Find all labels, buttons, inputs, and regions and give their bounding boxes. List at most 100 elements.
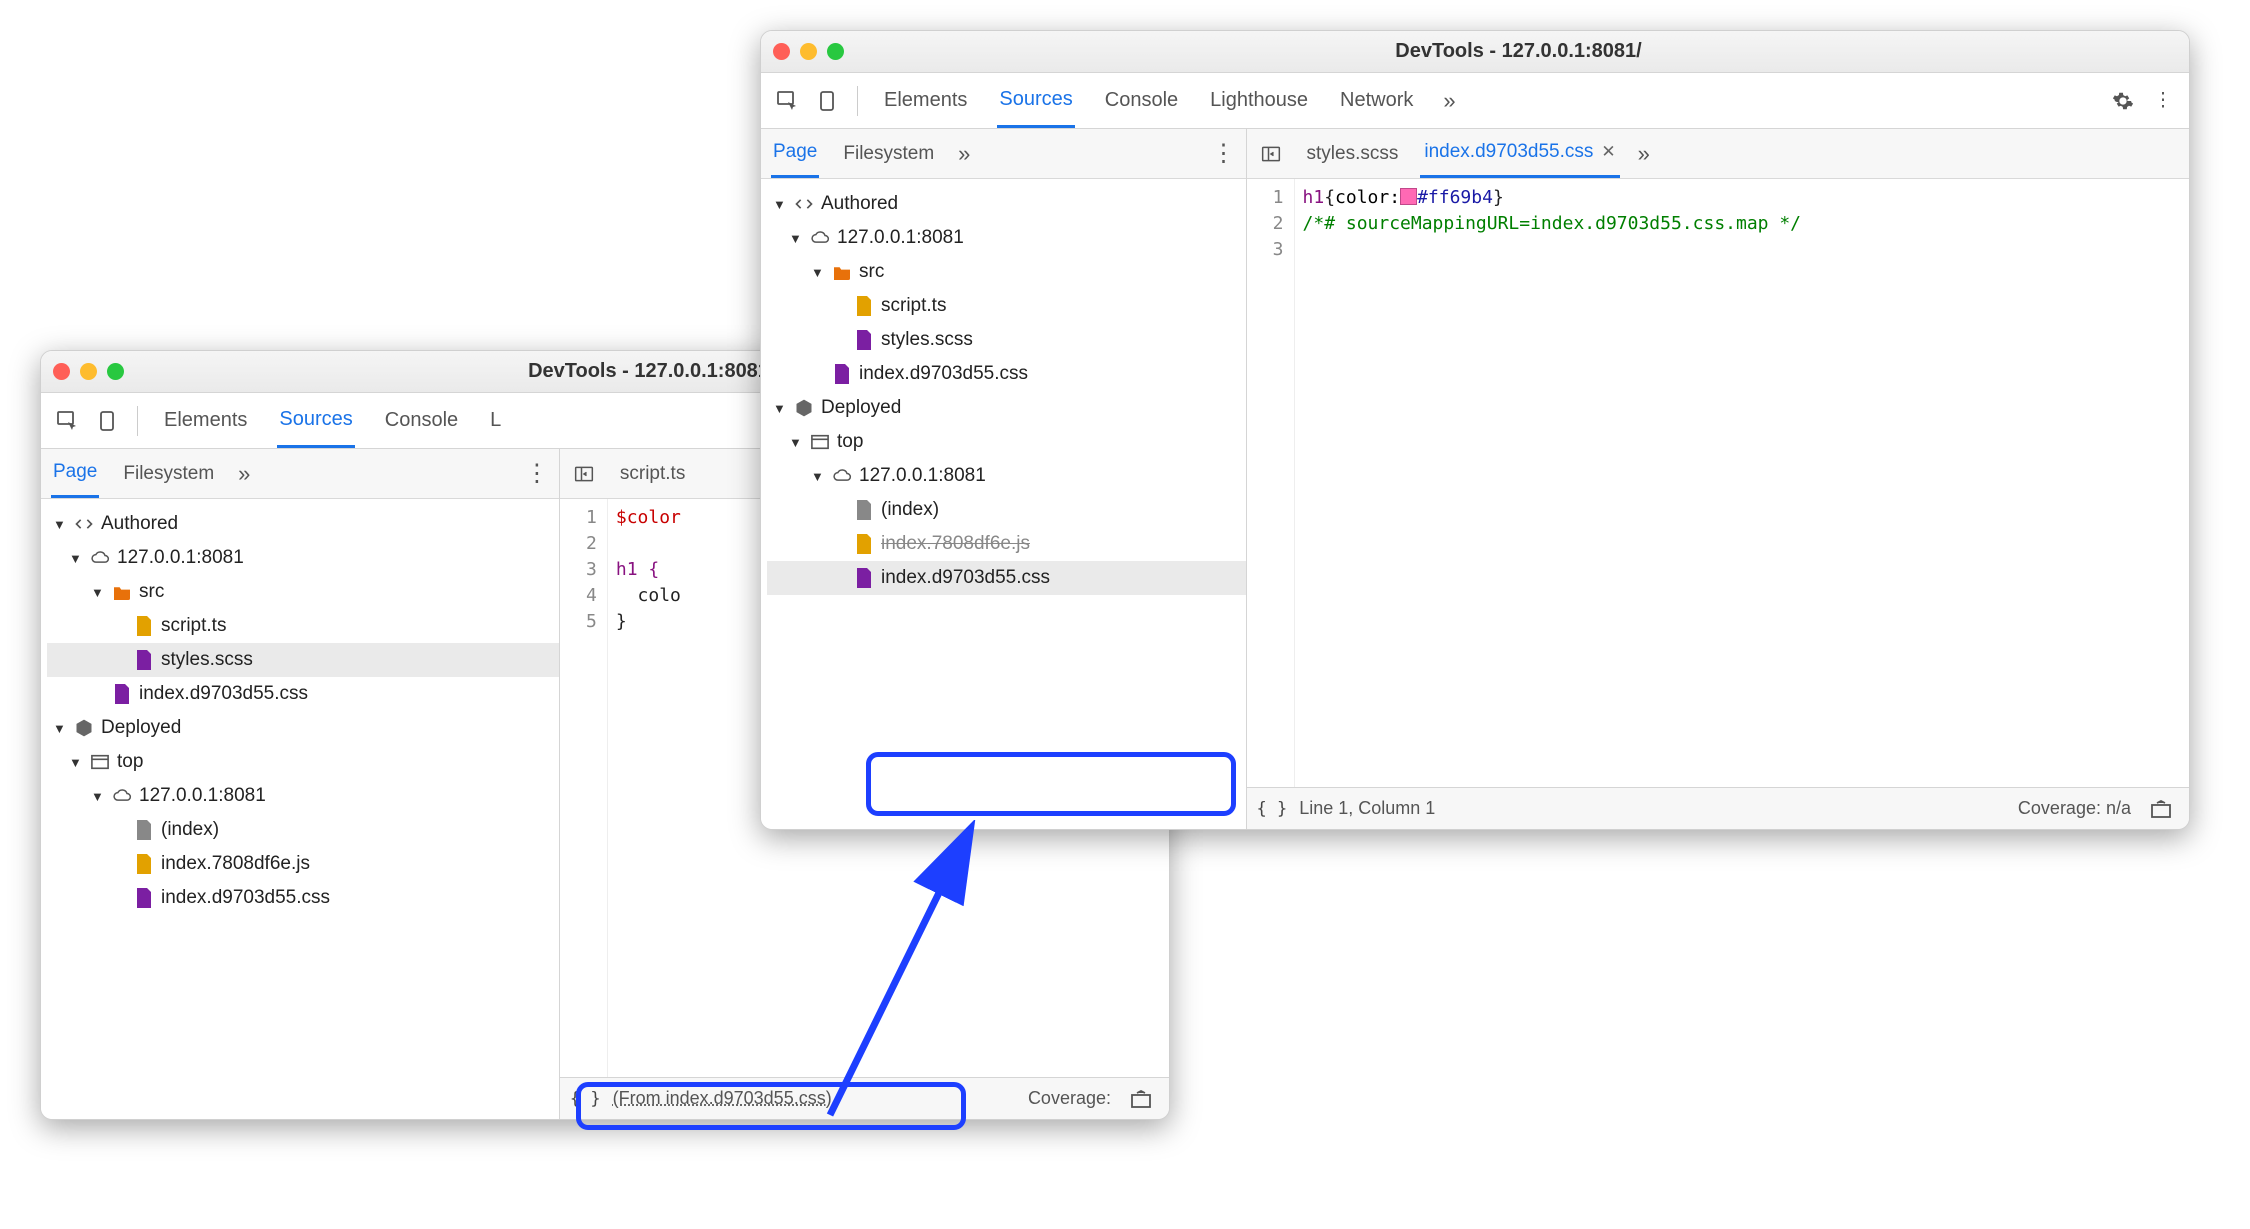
inspect-icon[interactable]	[769, 83, 805, 119]
box-icon	[793, 397, 815, 419]
code[interactable]: h1{color:#ff69b4} /*# sourceMappingURL=i…	[1295, 179, 2189, 787]
close-icon[interactable]: ✕	[1601, 142, 1615, 162]
navigator-tabs: Page Filesystem » ⋮	[761, 129, 1246, 179]
tab-lighthouse[interactable]: Lighthouse	[1208, 75, 1310, 126]
minimize-dot[interactable]	[80, 363, 97, 380]
file-js-icon	[133, 853, 155, 875]
statusbar: { } (From index.d9703d55.css) Coverage:	[560, 1077, 1169, 1119]
kebab-icon[interactable]: ⋮	[525, 459, 549, 488]
cloud-icon	[89, 547, 111, 569]
filetab-indexcss[interactable]: index.d9703d55.css✕	[1420, 129, 1619, 178]
tree-index[interactable]: (index)	[47, 813, 559, 847]
tree-scriptts[interactable]: script.ts	[47, 609, 559, 643]
code-area: 1 2 3 h1{color:#ff69b4} /*# sourceMappin…	[1247, 179, 2189, 787]
tree-indexjs[interactable]: index.7808df6e.js	[767, 527, 1246, 561]
tree-scriptts[interactable]: script.ts	[767, 289, 1246, 323]
subtab-filesystem[interactable]: Filesystem	[121, 451, 216, 497]
tab-sources[interactable]: Sources	[277, 394, 354, 448]
tab-sources[interactable]: Sources	[997, 74, 1074, 128]
status-from[interactable]: (From index.d9703d55.css)	[613, 1088, 832, 1109]
status-coverage: Coverage:	[1028, 1088, 1111, 1109]
file-ts-icon	[853, 295, 875, 317]
drawer-icon[interactable]	[2143, 791, 2179, 827]
devtools-window-b: DevTools - 127.0.0.1:8081/ Elements Sour…	[760, 30, 2190, 830]
braces-icon[interactable]: { }	[1257, 799, 1288, 819]
filetab-scriptts[interactable]: script.ts	[616, 451, 689, 497]
tree-src[interactable]: ▼src	[47, 575, 559, 609]
box-icon	[73, 717, 95, 739]
file-css-icon	[111, 683, 133, 705]
file-icon	[133, 819, 155, 841]
color-swatch[interactable]	[1400, 188, 1417, 205]
tree-stylesscss[interactable]: styles.scss	[767, 323, 1246, 357]
tab-console[interactable]: Console	[383, 395, 460, 446]
drawer-icon[interactable]	[1123, 1081, 1159, 1117]
file-icon	[853, 499, 875, 521]
status-coverage: Coverage: n/a	[2018, 798, 2131, 819]
folder-icon	[831, 261, 853, 283]
subtab-filesystem[interactable]: Filesystem	[841, 131, 936, 177]
tree-indexcss2[interactable]: index.d9703d55.css	[47, 881, 559, 915]
device-icon[interactable]	[809, 83, 845, 119]
tree-host2[interactable]: ▼127.0.0.1:8081	[767, 459, 1246, 493]
editor: styles.scss index.d9703d55.css✕ » 1 2 3 …	[1247, 129, 2189, 829]
tab-network[interactable]: Network	[1338, 75, 1415, 126]
tree-host2[interactable]: ▼127.0.0.1:8081	[47, 779, 559, 813]
tree-authored[interactable]: ▼Authored	[767, 187, 1246, 221]
tab-cutoff[interactable]: L	[488, 395, 503, 446]
tree-host[interactable]: ▼127.0.0.1:8081	[47, 541, 559, 575]
tree-indexcss2[interactable]: index.d9703d55.css	[767, 561, 1246, 595]
zoom-dot[interactable]	[827, 43, 844, 60]
tree-stylesscss[interactable]: styles.scss	[47, 643, 559, 677]
filetab-stylesscss[interactable]: styles.scss	[1303, 131, 1403, 177]
nav-toggle-icon[interactable]	[570, 456, 598, 492]
inspect-icon[interactable]	[49, 403, 85, 439]
navigator: Page Filesystem » ⋮ ▼Authored ▼127.0.0.1…	[41, 449, 560, 1119]
subtab-page[interactable]: Page	[771, 129, 819, 178]
tree-index[interactable]: (index)	[767, 493, 1246, 527]
kebab-icon[interactable]: ⋮	[2145, 83, 2181, 119]
tree-authored[interactable]: ▼Authored	[47, 507, 559, 541]
braces-icon[interactable]: { }	[570, 1089, 601, 1109]
tree-deployed[interactable]: ▼Deployed	[767, 391, 1246, 425]
close-dot[interactable]	[773, 43, 790, 60]
gutter: 1 2 3	[1247, 179, 1295, 787]
panels: Page Filesystem » ⋮ ▼Authored ▼127.0.0.1…	[761, 129, 2189, 829]
file-scss-icon	[853, 329, 875, 351]
window-title: DevTools - 127.0.0.1:8081/	[860, 40, 2177, 63]
subtab-page[interactable]: Page	[51, 449, 99, 498]
cloud-icon	[809, 227, 831, 249]
tree-top[interactable]: ▼top	[767, 425, 1246, 459]
tab-elements[interactable]: Elements	[882, 75, 969, 126]
close-dot[interactable]	[53, 363, 70, 380]
frame-icon	[809, 431, 831, 453]
gutter: 1 2 3 4 5	[560, 499, 608, 1077]
traffic-lights	[53, 363, 124, 380]
minimize-dot[interactable]	[800, 43, 817, 60]
gear-icon[interactable]	[2105, 83, 2141, 119]
overflow-icon[interactable]: »	[958, 141, 970, 167]
code-icon	[793, 193, 815, 215]
tree-indexcss[interactable]: index.d9703d55.css	[767, 357, 1246, 391]
file-js-icon	[853, 533, 875, 555]
tree-indexjs[interactable]: index.7808df6e.js	[47, 847, 559, 881]
file-css-icon	[133, 887, 155, 909]
folder-icon	[111, 581, 133, 603]
tree-indexcss[interactable]: index.d9703d55.css	[47, 677, 559, 711]
zoom-dot[interactable]	[107, 363, 124, 380]
kebab-icon[interactable]: ⋮	[1212, 139, 1236, 168]
overflow-icon[interactable]: »	[1638, 141, 1650, 167]
tree-top[interactable]: ▼top	[47, 745, 559, 779]
overflow-icon[interactable]: »	[238, 461, 250, 487]
file-ts-icon	[133, 615, 155, 637]
tab-elements[interactable]: Elements	[162, 395, 249, 446]
tree-src[interactable]: ▼src	[767, 255, 1246, 289]
tab-console[interactable]: Console	[1103, 75, 1180, 126]
file-css-icon	[853, 567, 875, 589]
file-tabs: styles.scss index.d9703d55.css✕ »	[1247, 129, 2189, 179]
tree-host[interactable]: ▼127.0.0.1:8081	[767, 221, 1246, 255]
device-icon[interactable]	[89, 403, 125, 439]
overflow-icon[interactable]: »	[1443, 88, 1455, 114]
nav-toggle-icon[interactable]	[1257, 136, 1285, 172]
tree-deployed[interactable]: ▼Deployed	[47, 711, 559, 745]
